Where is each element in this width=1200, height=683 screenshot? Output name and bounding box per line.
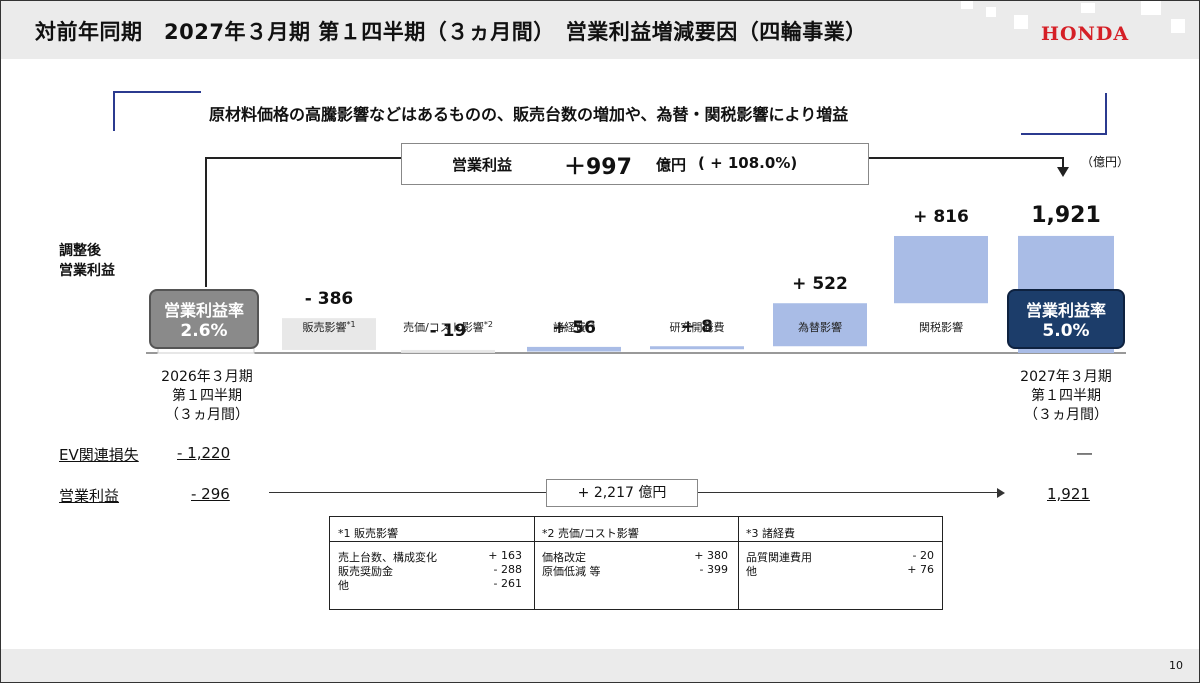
ev-loss-right: ― — [1077, 444, 1092, 462]
op-profit-label: 営業利益 — [59, 487, 120, 505]
bar-3 — [527, 346, 621, 352]
footnote-1-row-value: - 288 — [493, 563, 522, 576]
footnote-table: *1 販売影響 *2 売価/コスト影響 *3 諸経費 売上台数、構成変化 + 1… — [329, 516, 943, 610]
category-label-4: 研究開発費 — [670, 320, 725, 334]
summary-box: 営業利益 ＋997 億円 ( + 108.0%) — [401, 143, 869, 185]
period-left: 2026年３月期 第１四半期 （３ヵ月間） — [161, 369, 253, 423]
arrow-right-icon — [997, 488, 1005, 498]
footnote-1-row-value: - 261 — [493, 577, 522, 590]
footnote-3-row-value: - 20 — [912, 549, 934, 562]
category-note-2: *2 — [484, 320, 493, 329]
footnote-2-row-value: - 399 — [699, 563, 728, 576]
connector-right — [867, 157, 1064, 169]
margin-left-value: 2.6% — [180, 321, 228, 341]
footnote-1-row-value: + 163 — [488, 549, 522, 562]
footnote-2-row-label: 原価低減 等 — [542, 565, 601, 578]
bar-value-label-6: + 816 — [913, 207, 969, 227]
op-profit-right: 1,921 — [1047, 485, 1090, 503]
margin-badge-right: 営業利益率 5.0% — [1007, 289, 1125, 349]
footnote-3-row-value: + 76 — [907, 563, 934, 576]
summary-label: 営業利益 — [452, 156, 513, 174]
footer-bar — [1, 649, 1199, 682]
footnote-2-row-value: + 380 — [694, 549, 728, 562]
ev-loss-label: EV関連損失 — [59, 446, 139, 464]
slide: 対前年同期 2027年３月期 第１四半期（３ヵ月間） 営業利益増減要因（四輪事業… — [0, 0, 1200, 683]
category-note-3: *3 — [586, 320, 595, 329]
bar-value-label-1: - 386 — [305, 289, 353, 309]
bar-value-label-5: + 522 — [792, 274, 848, 294]
category-label-5: 為替影響 — [798, 320, 842, 334]
arrow-down-icon — [1057, 167, 1069, 177]
footnote-header-divider — [330, 541, 942, 542]
category-label-6: 関税影響 — [919, 320, 963, 334]
footnote-1-row-label: 他 — [338, 579, 349, 592]
bar-value-label-7: 1,921 — [1031, 203, 1101, 228]
summary-value: ＋997 — [564, 155, 632, 180]
summary-unit: 億円 — [656, 156, 687, 174]
margin-badge-left: 営業利益率 2.6% — [149, 289, 259, 349]
footnote-2-title: *2 売価/コスト影響 — [542, 527, 639, 540]
bar-4 — [650, 346, 744, 350]
footnote-3-title: *3 諸経費 — [746, 527, 795, 540]
bar-2 — [401, 349, 495, 353]
waterfall-chart: 923- 386販売影響*1- 19売価/コスト影響*2+ 56諸経費*3+ 8… — [146, 157, 1126, 354]
bar-6 — [894, 235, 988, 304]
op-profit-left: - 296 — [191, 485, 230, 503]
footnote-col-divider — [738, 517, 739, 609]
category-note-1: *1 — [346, 320, 355, 329]
footnote-1-title: *1 販売影響 — [338, 527, 398, 540]
footnote-col-divider — [534, 517, 535, 609]
unit-label: （億円） — [1081, 155, 1130, 169]
summary-pct: ( + 108.0%) — [698, 154, 798, 172]
page-number: 10 — [1169, 659, 1183, 672]
margin-right-label: 営業利益率 — [1025, 301, 1106, 320]
adjusted-op-label: 調整後 営業利益 — [59, 243, 115, 279]
ev-loss-left: - 1,220 — [177, 444, 231, 462]
op-change-box: + 2,217 億円 — [546, 479, 698, 507]
period-right: 2027年３月期 第１四半期 （３ヵ月間） — [1020, 369, 1112, 423]
footnote-3-row-label: 他 — [746, 565, 757, 578]
connector-left — [205, 157, 401, 287]
margin-right-value: 5.0% — [1042, 321, 1090, 341]
margin-left-label: 営業利益率 — [163, 301, 244, 320]
category-label-2: 売価/コスト影響*2 — [403, 320, 493, 334]
